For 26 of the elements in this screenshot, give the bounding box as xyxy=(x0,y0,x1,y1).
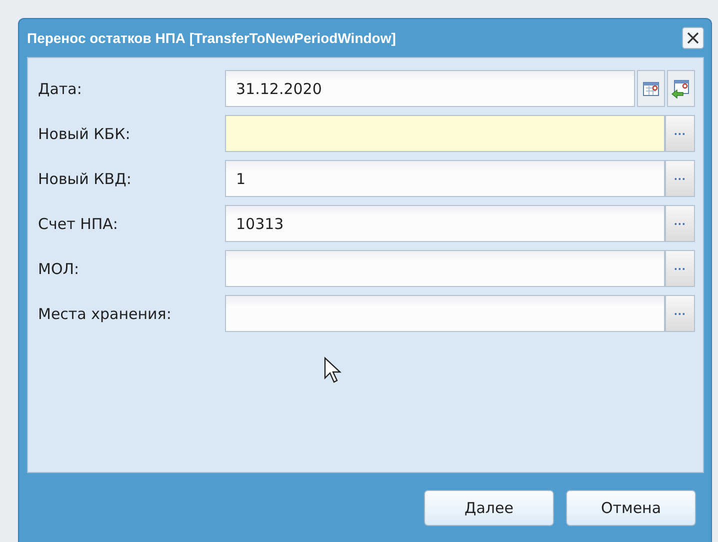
browse-button[interactable]: ··· xyxy=(665,205,695,242)
field-label: Дата: xyxy=(38,80,83,98)
browse-button[interactable]: ··· xyxy=(665,115,695,152)
field-label: Новый КБК: xyxy=(38,124,132,142)
browse-button[interactable]: ··· xyxy=(665,160,695,197)
browse-button[interactable]: ··· xyxy=(665,250,695,287)
calendar-button[interactable] xyxy=(637,70,665,107)
calendar-arrow-icon xyxy=(671,78,691,100)
date-field[interactable]: 31.12.2020 xyxy=(225,70,635,107)
calendar-today-button[interactable] xyxy=(667,70,695,107)
input-field[interactable] xyxy=(225,250,665,287)
dialog-button[interactable]: Далее xyxy=(424,490,554,526)
input-field[interactable] xyxy=(225,295,665,332)
field-label: МОЛ: xyxy=(38,260,80,278)
close-icon xyxy=(686,31,700,45)
input-field[interactable]: 1 xyxy=(225,160,665,197)
window-title: Перенос остатков НПА [TransferToNewPeriodWindow] xyxy=(27,30,396,46)
input-field[interactable] xyxy=(225,115,665,152)
browse-button[interactable]: ··· xyxy=(665,295,695,332)
dialog-button[interactable]: Отмена xyxy=(566,490,696,526)
field-label: Места хранения: xyxy=(38,304,172,322)
field-label: Счет НПА: xyxy=(38,214,119,232)
field-label: Новый КВД: xyxy=(38,170,132,188)
close-button[interactable] xyxy=(682,27,704,49)
input-field[interactable]: 10313 xyxy=(225,205,665,242)
calendar-icon xyxy=(642,80,660,98)
